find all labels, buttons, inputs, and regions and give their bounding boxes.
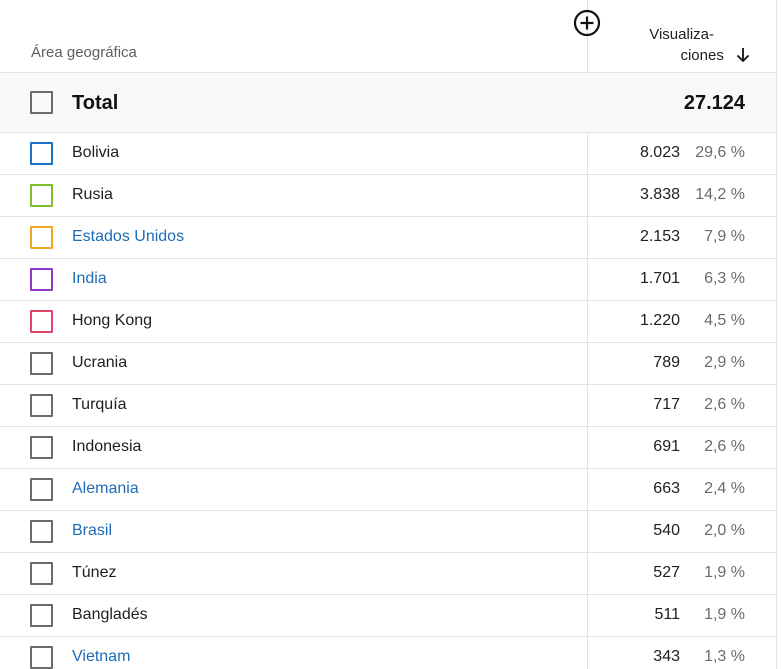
- views-value: 2.153: [639, 228, 680, 245]
- row-checkbox[interactable]: [30, 646, 53, 669]
- views-value: 691: [653, 438, 680, 455]
- table-row: Indonesia 691 2,6 %: [0, 427, 776, 469]
- country-link[interactable]: Brasil: [72, 522, 112, 540]
- views-header-line2: ciones: [680, 47, 724, 64]
- total-checkbox[interactable]: [30, 91, 53, 114]
- views-percent: 2,9 %: [704, 354, 745, 371]
- views-percent: 4,5 %: [704, 312, 745, 329]
- views-percent: 2,6 %: [704, 438, 745, 455]
- views-value: 8.023: [639, 144, 680, 161]
- table-row: Vietnam 343 1,3 %: [0, 637, 776, 669]
- row-checkbox[interactable]: [30, 436, 53, 459]
- row-checkbox[interactable]: [30, 184, 53, 207]
- country-name: Bangladés: [72, 606, 148, 623]
- views-percent: 1,9 %: [704, 606, 745, 623]
- total-row: Total 27.124: [0, 73, 776, 133]
- table-row: Ucrania 789 2,9 %: [0, 343, 776, 385]
- country-link[interactable]: India: [72, 270, 107, 288]
- views-value: 511: [654, 606, 680, 623]
- row-checkbox[interactable]: [30, 562, 53, 585]
- views-value: 717: [653, 396, 680, 413]
- table-row: Bangladés 511 1,9 %: [0, 595, 776, 637]
- table-row: Turquía 717 2,6 %: [0, 385, 776, 427]
- table-row: Brasil 540 2,0 %: [0, 511, 776, 553]
- views-percent: 6,3 %: [704, 270, 745, 287]
- views-percent: 2,0 %: [704, 522, 745, 539]
- data-rows: Bolivia 8.023 29,6 % Rusia 3.838 14,2 % Estado…: [0, 133, 776, 669]
- row-checkbox[interactable]: [30, 520, 53, 543]
- views-value: 343: [653, 648, 680, 665]
- views-percent: 14,2 %: [695, 186, 745, 203]
- views-value: 789: [653, 354, 680, 371]
- circle-plus-icon: [573, 9, 601, 37]
- table-row: Estados Unidos 2.153 7,9 %: [0, 217, 776, 259]
- table-header: Área geográfica Visualiza- ciones: [0, 0, 776, 73]
- views-percent: 1,9 %: [704, 564, 745, 581]
- views-value: 3.838: [639, 186, 680, 203]
- table-row: India 1.701 6,3 %: [0, 259, 776, 301]
- country-name: Bolivia: [72, 144, 120, 161]
- column-header-views[interactable]: Visualiza- ciones: [600, 24, 750, 66]
- country-name: Ucrania: [72, 354, 128, 371]
- views-value: 1.220: [639, 312, 680, 329]
- views-header-line1: Visualiza-: [649, 26, 714, 43]
- row-checkbox[interactable]: [30, 352, 53, 375]
- country-name: Hong Kong: [72, 312, 153, 329]
- country-name: Indonesia: [72, 438, 142, 455]
- arrow-down-icon[interactable]: [736, 47, 750, 63]
- country-name: Turquía: [72, 396, 127, 413]
- views-percent: 2,4 %: [704, 480, 745, 497]
- table-row: Hong Kong 1.220 4,5 %: [0, 301, 776, 343]
- table-row: Alemania 663 2,4 %: [0, 469, 776, 511]
- table-row: Túnez 527 1,9 %: [0, 553, 776, 595]
- row-checkbox[interactable]: [30, 310, 53, 333]
- views-percent: 1,3 %: [704, 648, 745, 665]
- country-name: Rusia: [72, 186, 113, 203]
- views-value: 540: [653, 522, 680, 539]
- total-value: 27.124: [683, 92, 745, 114]
- column-header-geography[interactable]: Área geográfica: [31, 44, 137, 61]
- country-link[interactable]: Vietnam: [72, 648, 130, 666]
- country-name: Túnez: [72, 564, 117, 581]
- views-percent: 29,6 %: [695, 144, 745, 161]
- views-value: 663: [653, 480, 680, 497]
- row-checkbox[interactable]: [30, 394, 53, 417]
- row-checkbox[interactable]: [30, 604, 53, 627]
- views-value: 527: [653, 564, 680, 581]
- row-checkbox[interactable]: [30, 478, 53, 501]
- row-checkbox[interactable]: [30, 226, 53, 249]
- add-column-button[interactable]: [573, 9, 601, 37]
- total-label: Total: [72, 92, 119, 114]
- row-checkbox[interactable]: [30, 142, 53, 165]
- views-percent: 7,9 %: [704, 228, 745, 245]
- country-link[interactable]: Alemania: [72, 480, 139, 498]
- country-link[interactable]: Estados Unidos: [72, 228, 184, 246]
- views-value: 1.701: [639, 270, 680, 287]
- table-row: Rusia 3.838 14,2 %: [0, 175, 776, 217]
- geography-table: Área geográfica Visualiza- ciones Total …: [0, 0, 777, 669]
- views-percent: 2,6 %: [704, 396, 745, 413]
- table-row: Bolivia 8.023 29,6 %: [0, 133, 776, 175]
- row-checkbox[interactable]: [30, 268, 53, 291]
